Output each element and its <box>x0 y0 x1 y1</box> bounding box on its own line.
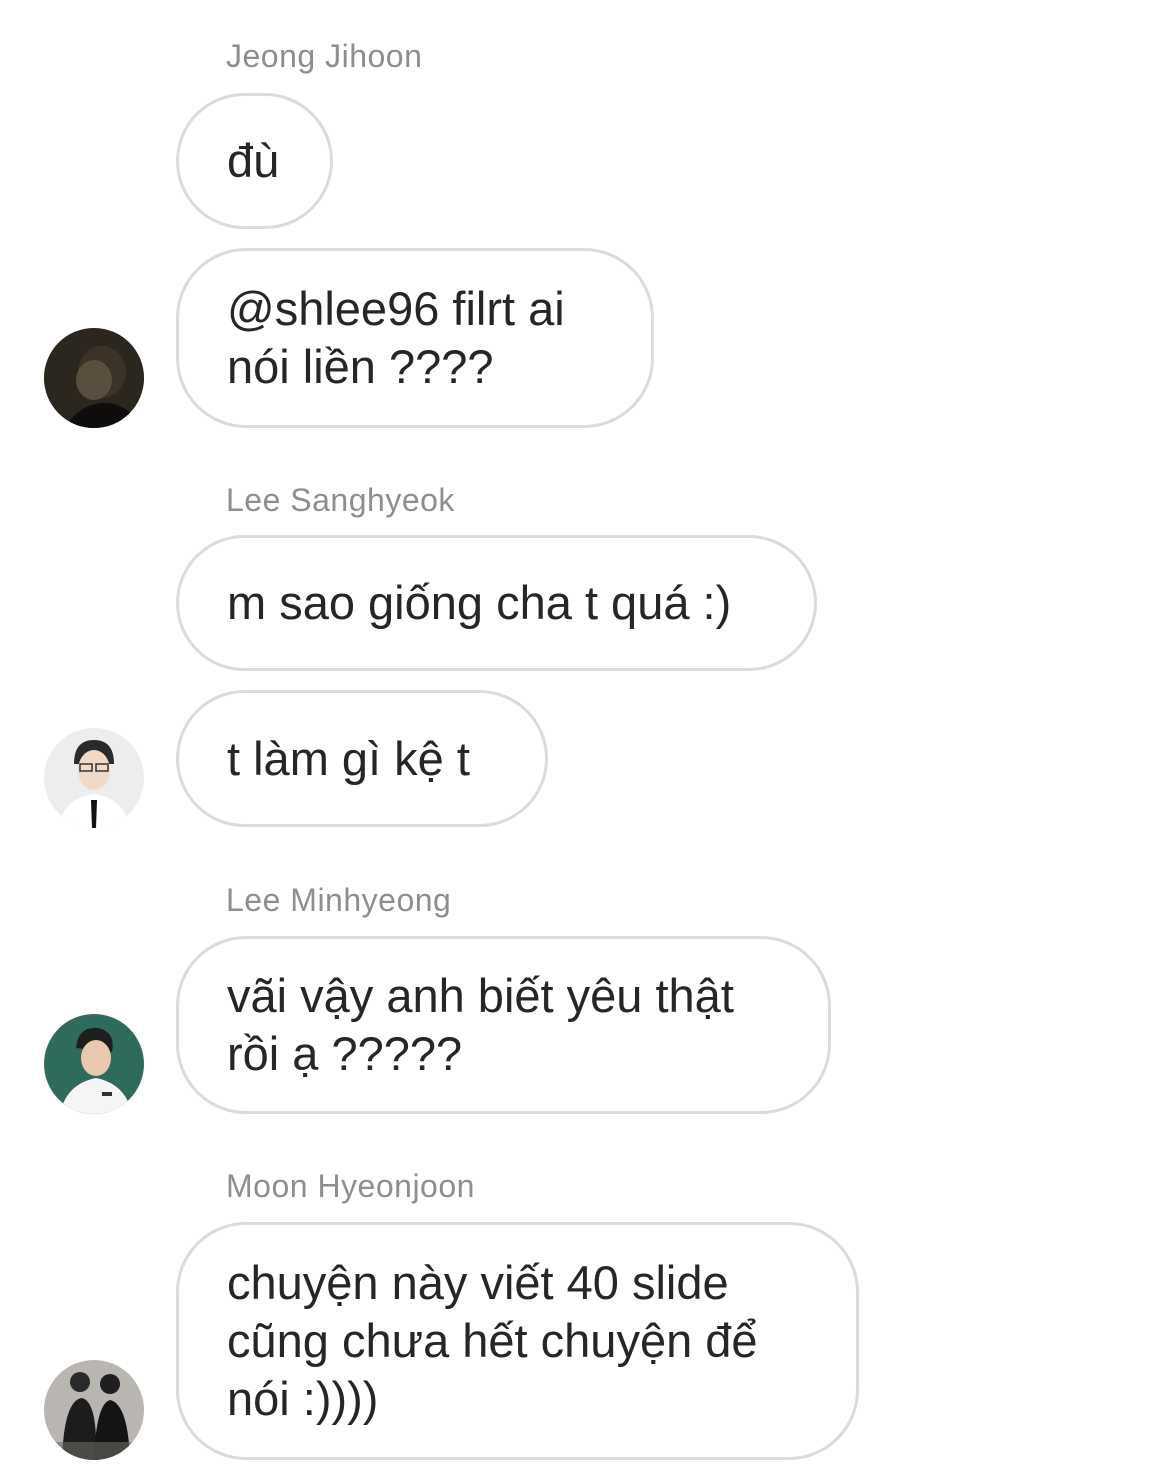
message-text: vãi vậy anh biết yêu thật rồi ạ ????? <box>227 969 734 1080</box>
message-text: @shlee96 filrt ai nói liền ???? <box>227 282 565 393</box>
sender-name: Moon Hyeonjoon <box>226 1168 475 1204</box>
profile-photo-icon <box>44 328 144 428</box>
message-text: chuyện này viết 40 slide cũng chưa hết c… <box>227 1256 758 1425</box>
sender-name: Jeong Jihoon <box>226 38 423 74</box>
message-text: đù <box>227 134 280 187</box>
message-bubble[interactable]: chuyện này viết 40 slide cũng chưa hết c… <box>176 1222 859 1460</box>
profile-photo-icon <box>44 728 144 828</box>
message-bubble[interactable]: @shlee96 filrt ai nói liền ???? <box>176 248 654 428</box>
user-avatar[interactable] <box>44 1014 144 1114</box>
message-bubble[interactable]: vãi vậy anh biết yêu thật rồi ạ ????? <box>176 936 831 1114</box>
message-bubble[interactable]: m sao giống cha t quá :) <box>176 535 817 671</box>
message-text: t làm gì kệ t <box>227 731 470 785</box>
user-avatar[interactable] <box>44 328 144 428</box>
message-bubble[interactable]: đù <box>176 93 333 229</box>
sender-name: Lee Sanghyeok <box>226 482 455 518</box>
user-avatar[interactable] <box>44 728 144 828</box>
profile-photo-icon <box>44 1014 144 1114</box>
message-text: m sao giống cha t quá :) <box>227 576 732 629</box>
message-bubble[interactable]: t làm gì kệ t <box>176 690 548 827</box>
profile-photo-icon <box>44 1360 144 1460</box>
user-avatar[interactable] <box>44 1360 144 1460</box>
sender-name: Lee Minhyeong <box>226 882 452 918</box>
